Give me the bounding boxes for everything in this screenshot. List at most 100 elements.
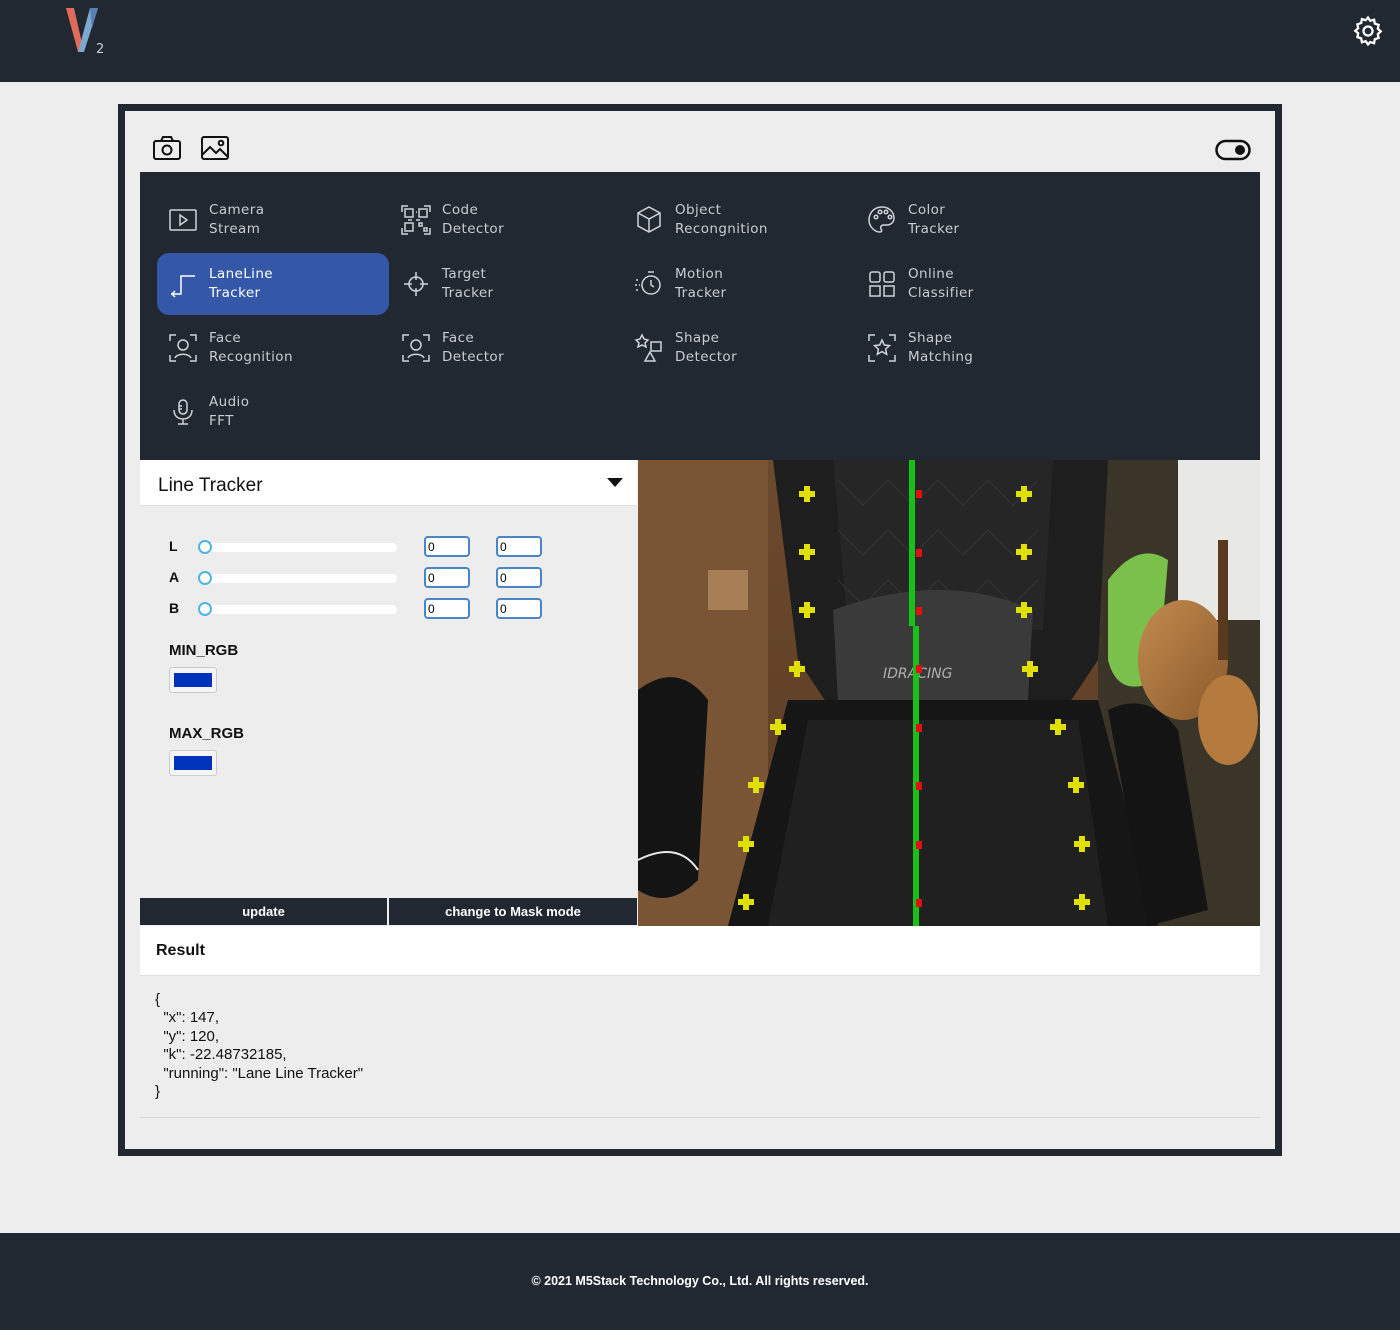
menu-item-label: Camera Stream [209,201,264,239]
settings-gear-icon[interactable] [1351,14,1385,48]
json-line: } [155,1083,161,1100]
menu-item-line1: Object [675,202,722,218]
min-rgb-color-picker[interactable] [169,667,217,693]
json-line: "x": 147, [155,1009,220,1026]
menu-item-line2: Stream [209,221,261,237]
slider-knob[interactable] [198,540,212,554]
menu-item-label: Audio FFT [209,393,249,431]
camera-frame: IDRACING [638,460,1260,926]
update-button[interactable]: update [140,898,387,925]
l-min-input[interactable] [424,536,470,557]
json-line: "k": -22.48732185, [155,1046,287,1063]
menu-item-label: Shape Matching [908,329,973,367]
menu-item-line1: Motion [675,266,724,282]
slider-knob[interactable] [198,602,212,616]
menu-item-face-recognition[interactable]: Face Recognition [157,317,389,379]
menu-item-line2: Classifier [908,285,974,301]
b-max-input[interactable] [496,598,542,619]
grid-squares-icon [869,271,895,297]
lane-line-icon [170,275,195,298]
cube-icon [637,206,661,233]
menu-item-audio-fft[interactable]: Audio FFT [157,381,389,443]
menu-item-face-detector[interactable]: Face Detector [390,317,622,379]
menu-item-line2: Tracker [209,285,261,301]
collapse-caret-icon[interactable] [607,478,623,487]
menu-item-shape-detector[interactable]: Shape Detector [623,317,855,379]
panel-header: Line Tracker [140,460,637,506]
play-screen-icon [169,209,197,231]
menu-item-line2: Detector [442,221,505,237]
toggle-switch-icon[interactable] [1215,139,1251,161]
menu-item-label: Color Tracker [908,201,960,239]
menu-item-object-recongnition[interactable]: Object Recongnition [623,189,855,251]
lab-label-a: A [169,569,180,585]
palette-icon [868,206,895,233]
menu-item-camera-stream[interactable]: Camera Stream [157,189,389,251]
menu-item-line1: Face [442,330,475,346]
crosshair-icon [404,272,428,296]
menu-item-motion-tracker[interactable]: Motion Tracker [623,253,855,315]
menu-item-line1: Camera [209,202,265,218]
menu-item-line1: Shape [675,330,720,346]
json-line: "running": "Lane Line Tracker" [155,1065,364,1082]
menu-item-line2: Detector [675,349,738,365]
slider-a[interactable] [198,571,397,585]
menu-item-line2: Matching [908,349,974,365]
main-card: Camera Stream Code Detector Object Recongniti… [118,104,1282,1156]
star-scan-icon [868,334,896,362]
menu-item-label: Object Recongnition [675,201,768,239]
menu-item-laneline-tracker[interactable]: LaneLine Tracker [157,253,389,315]
top-bar: 2 [0,0,1400,82]
v2-logo[interactable]: 2 [62,4,110,58]
result-json: { "x": 147, "y": 120, "k": -22.48732185,… [140,976,1260,1118]
menu-item-line2: Tracker [675,285,727,301]
result-header: Result [140,926,1260,976]
menu-item-code-detector[interactable]: Code Detector [390,189,622,251]
json-line: { [155,991,161,1008]
panel-title: Line Tracker [158,475,263,496]
menu-item-line1: Online [908,266,954,282]
l-max-input[interactable] [496,536,542,557]
qr-code-icon [401,205,431,235]
mask-mode-button[interactable]: change to Mask mode [389,898,637,925]
slider-knob[interactable] [198,571,212,585]
footer: © 2021 M5Stack Technology Co., Ltd. All … [0,1233,1400,1330]
max-rgb-swatch [174,756,212,770]
menu-item-label: Motion Tracker [675,265,727,303]
json-line: "y": 120, [155,1028,220,1045]
menu-item-line1: Audio [209,394,250,410]
face-scan-icon [402,334,430,362]
microphone-icon [173,399,193,425]
camera-feed: IDRACING [638,460,1260,926]
menu-item-line1: Color [908,202,946,218]
menu-item-color-tracker[interactable]: Color Tracker [856,189,1088,251]
a-min-input[interactable] [424,567,470,588]
menu-item-label: Code Detector [442,201,504,239]
camera-icon[interactable] [151,133,183,163]
lab-label-b: B [169,600,180,616]
menu-item-line1: Shape [908,330,953,346]
menu-item-target-tracker[interactable]: Target Tracker [390,253,622,315]
slider-b[interactable] [198,602,397,616]
menu-item-line1: Code [442,202,479,218]
max-rgb-color-picker[interactable] [169,750,217,776]
max-rgb-label: MAX_RGB [169,725,245,742]
result-title: Result [156,942,205,959]
menu-item-label: Shape Detector [675,329,737,367]
menu-item-line1: Target [442,266,487,282]
image-icon[interactable] [199,133,231,163]
menu-item-shape-matching[interactable]: Shape Matching [856,317,1088,379]
lab-controls: L A B MIN_RGB MAX_RGB [140,506,637,899]
menu-item-label: Face Recognition [209,329,293,367]
min-rgb-swatch [174,673,212,687]
lane-line-top [909,460,915,626]
slider-l[interactable] [198,540,397,554]
menu-item-online-classifier[interactable]: Online Classifier [856,253,1088,315]
menu-item-line1: Face [209,330,242,346]
motion-circle-icon [635,271,661,295]
menu-item-line2: Detector [442,349,505,365]
menu-item-line2: FFT [209,413,234,429]
b-min-input[interactable] [424,598,470,619]
a-max-input[interactable] [496,567,542,588]
lab-label-l: L [169,538,178,554]
